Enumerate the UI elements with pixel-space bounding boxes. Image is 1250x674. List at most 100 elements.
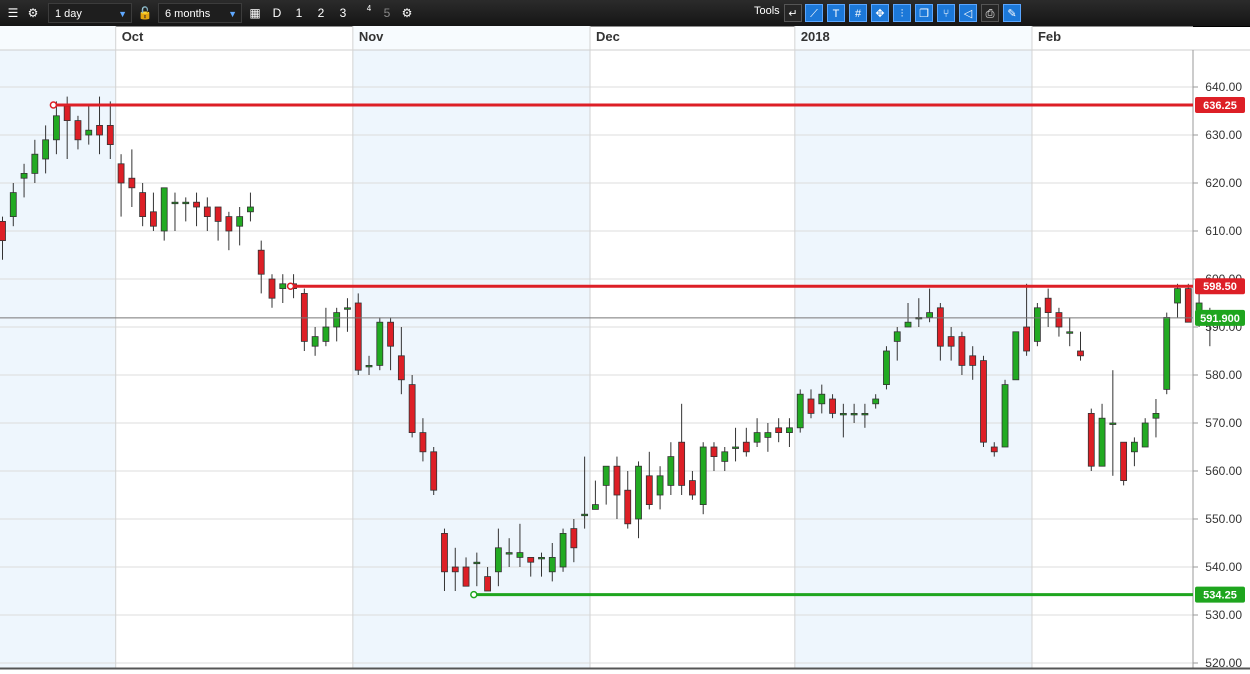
- candle-down: [947, 336, 955, 347]
- candle-down: [829, 398, 836, 414]
- x-tick-label: Dec: [596, 29, 620, 44]
- candle-down: [958, 336, 966, 366]
- period-4-button[interactable]: 4: [354, 3, 372, 23]
- x-tick-label: Oct: [122, 29, 144, 44]
- month-band: [794, 26, 1032, 668]
- candle-down: [936, 307, 944, 347]
- candle-up: [764, 432, 772, 438]
- config-icon[interactable]: ✎: [1003, 4, 1021, 22]
- month-bands: [0, 26, 1250, 668]
- crosshair-icon[interactable]: ✥: [871, 4, 889, 22]
- candle-up: [1066, 331, 1074, 334]
- period-2-button[interactable]: 2: [312, 3, 330, 23]
- print-icon[interactable]: ⎙: [981, 4, 999, 22]
- candle-up: [171, 201, 179, 205]
- duplicate-icon[interactable]: ❐: [915, 4, 933, 22]
- candle-down: [613, 465, 621, 496]
- candle-down: [117, 163, 125, 184]
- period-1-button[interactable]: 1: [290, 3, 308, 23]
- fork-icon[interactable]: ⑂: [937, 4, 955, 22]
- chart-toolbar: ☰ ⚙ 1 day ▼ 🔓 6 months ▼ ▦ D 1 2 3 4 5 ⚙…: [0, 0, 1250, 27]
- level-line-handle: [286, 282, 295, 290]
- candle-down: [419, 432, 427, 453]
- list-icon[interactable]: ☰: [4, 3, 22, 23]
- candle-up: [926, 312, 933, 318]
- candle-up: [1141, 422, 1149, 448]
- calendar-icon[interactable]: ▦: [246, 3, 264, 23]
- candle-icon[interactable]: ⫶: [893, 4, 911, 22]
- y-tick-label: 560.00: [1205, 464, 1242, 478]
- shape-icon[interactable]: ◁: [959, 4, 977, 22]
- settings-icon[interactable]: ⚙: [398, 3, 416, 23]
- chevron-down-icon: ▼: [118, 9, 127, 19]
- candle-up: [1012, 331, 1020, 381]
- range-select[interactable]: 6 months ▼: [158, 3, 242, 23]
- candle-up: [247, 206, 254, 213]
- candle-down: [257, 249, 265, 275]
- candle-up: [516, 552, 524, 558]
- candle-up: [333, 312, 341, 328]
- candle-up: [505, 552, 513, 555]
- candle-down: [193, 201, 200, 208]
- candle-down: [214, 206, 222, 222]
- candle-up: [872, 398, 880, 405]
- candle-down: [268, 278, 276, 299]
- text-icon[interactable]: T: [827, 4, 845, 22]
- y-tick-label: 550.00: [1205, 512, 1242, 526]
- candle-up: [699, 446, 707, 505]
- candle-up: [753, 432, 761, 443]
- gear-icon[interactable]: ⚙: [24, 3, 42, 23]
- candle-up: [818, 393, 826, 405]
- candle-up: [85, 129, 93, 136]
- candle-up: [365, 364, 373, 368]
- level-line-handle: [470, 590, 478, 599]
- candle-down: [624, 489, 632, 525]
- candle-up: [796, 393, 804, 429]
- y-tick-label: 580.00: [1205, 368, 1242, 382]
- candle-down: [441, 532, 448, 573]
- period-d-button[interactable]: D: [268, 3, 286, 23]
- candle-down: [1023, 326, 1030, 352]
- candle-up: [9, 192, 17, 218]
- level-label: 636.25: [1203, 100, 1237, 112]
- trendline-icon[interactable]: ⟋: [805, 4, 823, 22]
- candle-up: [839, 412, 847, 416]
- candle-down: [1044, 297, 1052, 314]
- candle-down: [63, 105, 71, 121]
- period-5-button[interactable]: 5: [378, 3, 396, 23]
- candle-up: [236, 216, 244, 227]
- candle-up: [861, 412, 869, 416]
- candle-down: [1055, 312, 1063, 328]
- candle-down: [106, 125, 114, 146]
- candle-down: [742, 441, 750, 453]
- undo-icon[interactable]: ↵: [784, 4, 802, 22]
- interval-select[interactable]: 1 day ▼: [48, 3, 132, 23]
- candle-up: [322, 326, 330, 342]
- candle-down: [150, 211, 157, 227]
- candle-down: [1184, 288, 1192, 323]
- candle-up: [656, 475, 664, 496]
- current-price-label: 591.900: [1200, 313, 1240, 325]
- candle-down: [387, 321, 394, 347]
- candle-up: [279, 283, 287, 289]
- candle-up: [1001, 384, 1009, 448]
- candle-up: [311, 336, 319, 347]
- candle-down: [128, 177, 136, 189]
- grid-icon[interactable]: #: [849, 4, 867, 22]
- level-label: 534.25: [1203, 590, 1237, 602]
- candle-down: [430, 451, 438, 491]
- candle-up: [1109, 422, 1117, 425]
- candle-up: [592, 504, 599, 510]
- candle-up: [1152, 412, 1160, 419]
- candle-up: [538, 557, 545, 560]
- period-3-button[interactable]: 3: [334, 3, 352, 23]
- candle-up: [160, 187, 168, 232]
- candle-down: [807, 398, 815, 414]
- candle-down: [969, 355, 977, 366]
- candle-down: [0, 220, 6, 241]
- horizontal-lines: 591.900 636.25 598.50 534.25: [0, 97, 1245, 603]
- lock-icon[interactable]: 🔓: [136, 3, 154, 23]
- candlestick-chart[interactable]: Oct Nov Dec 2018 Feb 520.00530.00540.00550.0…: [0, 26, 1250, 674]
- candle-down: [1087, 412, 1095, 467]
- period-4-label: 4: [366, 4, 372, 13]
